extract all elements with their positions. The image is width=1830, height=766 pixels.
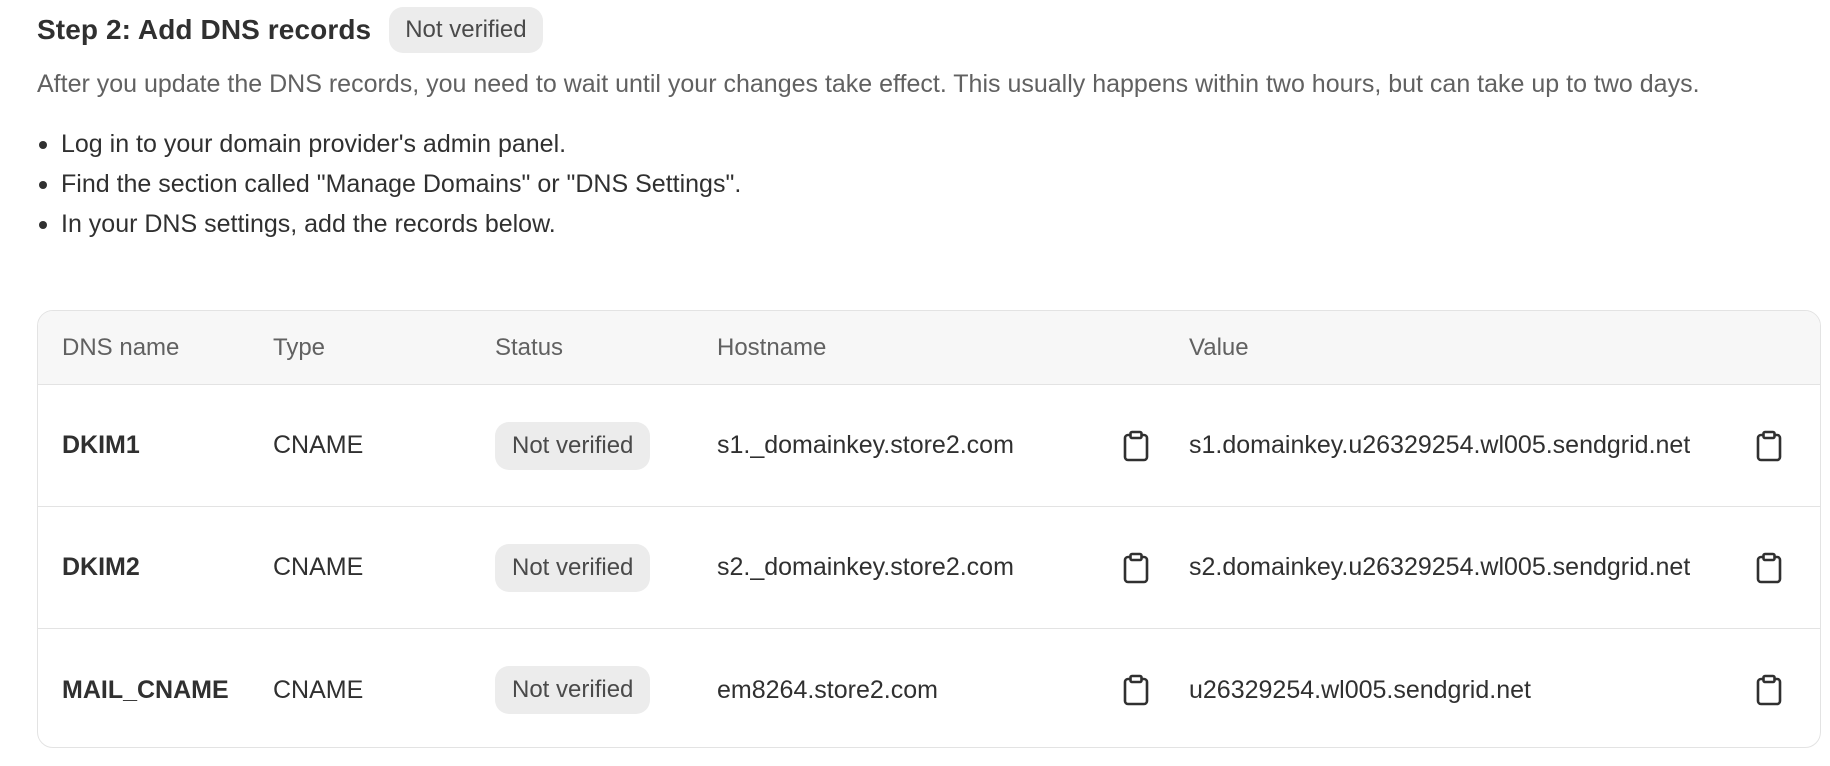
status-badge: Not verified (389, 7, 543, 53)
dns-name-cell: DKIM2 (62, 553, 140, 581)
clipboard-icon[interactable] (1119, 673, 1153, 707)
copy-hostname-button[interactable] (1119, 385, 1153, 506)
clipboard-icon[interactable] (1752, 429, 1786, 463)
status-badge: Not verified (495, 543, 651, 592)
record-type-cell: CNAME (273, 675, 364, 704)
copy-value-button[interactable] (1752, 629, 1786, 747)
column-header-status: Status (495, 333, 564, 361)
instruction-item: Log in to your domain provider's admin p… (37, 124, 1823, 164)
column-header-hostname: Hostname (717, 333, 827, 361)
table-row: DKIM1 CNAME Not verified s1._domainkey.s… (38, 385, 1820, 507)
status-badge: Not verified (495, 666, 651, 714)
dns-name-cell: MAIL_CNAME (62, 675, 229, 704)
instruction-item: In your DNS settings, add the records be… (37, 204, 1823, 244)
clipboard-icon[interactable] (1119, 429, 1153, 463)
instruction-item: Find the section called "Manage Domains"… (37, 164, 1823, 204)
clipboard-icon[interactable] (1752, 551, 1786, 585)
dns-records-table: DNS name Type Status Hostname Value DKIM… (37, 310, 1821, 748)
record-type-cell: CNAME (273, 553, 364, 581)
value-cell: s1.domainkey.u26329254.wl005.sendgrid.ne… (1189, 385, 1690, 506)
table-row: DKIM2 CNAME Not verified s2._domainkey.s… (38, 507, 1820, 629)
status-cell: Not verified (495, 507, 651, 628)
table-row: MAIL_CNAME CNAME Not verified em8264.sto… (38, 629, 1820, 747)
hostname-cell: s2._domainkey.store2.com (717, 553, 1014, 581)
table-header-row: DNS name Type Status Hostname Value (38, 311, 1820, 385)
status-cell: Not verified (495, 385, 651, 506)
hostname-cell: em8264.store2.com (717, 675, 938, 704)
dns-setup-section: Step 2: Add DNS records Not verified Aft… (37, 0, 1823, 244)
copy-value-button[interactable] (1752, 385, 1786, 506)
column-header-dns-name: DNS name (62, 333, 180, 361)
instruction-list: Log in to your domain provider's admin p… (37, 124, 1823, 244)
page-title: Step 2: Add DNS records (37, 14, 372, 45)
copy-value-button[interactable] (1752, 507, 1786, 628)
column-header-type: Type (273, 333, 326, 361)
value-cell: s2.domainkey.u26329254.wl005.sendgrid.ne… (1189, 507, 1690, 628)
value-text: u26329254.wl005.sendgrid.net (1189, 675, 1531, 704)
record-type-cell: CNAME (273, 431, 364, 459)
value-text: s2.domainkey.u26329254.wl005.sendgrid.ne… (1189, 553, 1691, 581)
status-cell: Not verified (495, 629, 651, 747)
copy-hostname-button[interactable] (1119, 629, 1153, 747)
value-text: s1.domainkey.u26329254.wl005.sendgrid.ne… (1189, 431, 1691, 459)
heading-row: Step 2: Add DNS records Not verified (37, 0, 1823, 60)
clipboard-icon[interactable] (1119, 551, 1153, 585)
value-cell: u26329254.wl005.sendgrid.net (1189, 629, 1531, 747)
dns-name-cell: DKIM1 (62, 431, 140, 459)
clipboard-icon[interactable] (1752, 673, 1786, 707)
hostname-cell: s1._domainkey.store2.com (717, 431, 1014, 459)
status-badge: Not verified (495, 421, 651, 470)
copy-hostname-button[interactable] (1119, 507, 1153, 628)
column-header-value: Value (1189, 333, 1249, 361)
description-text: After you update the DNS records, you ne… (37, 70, 1700, 98)
